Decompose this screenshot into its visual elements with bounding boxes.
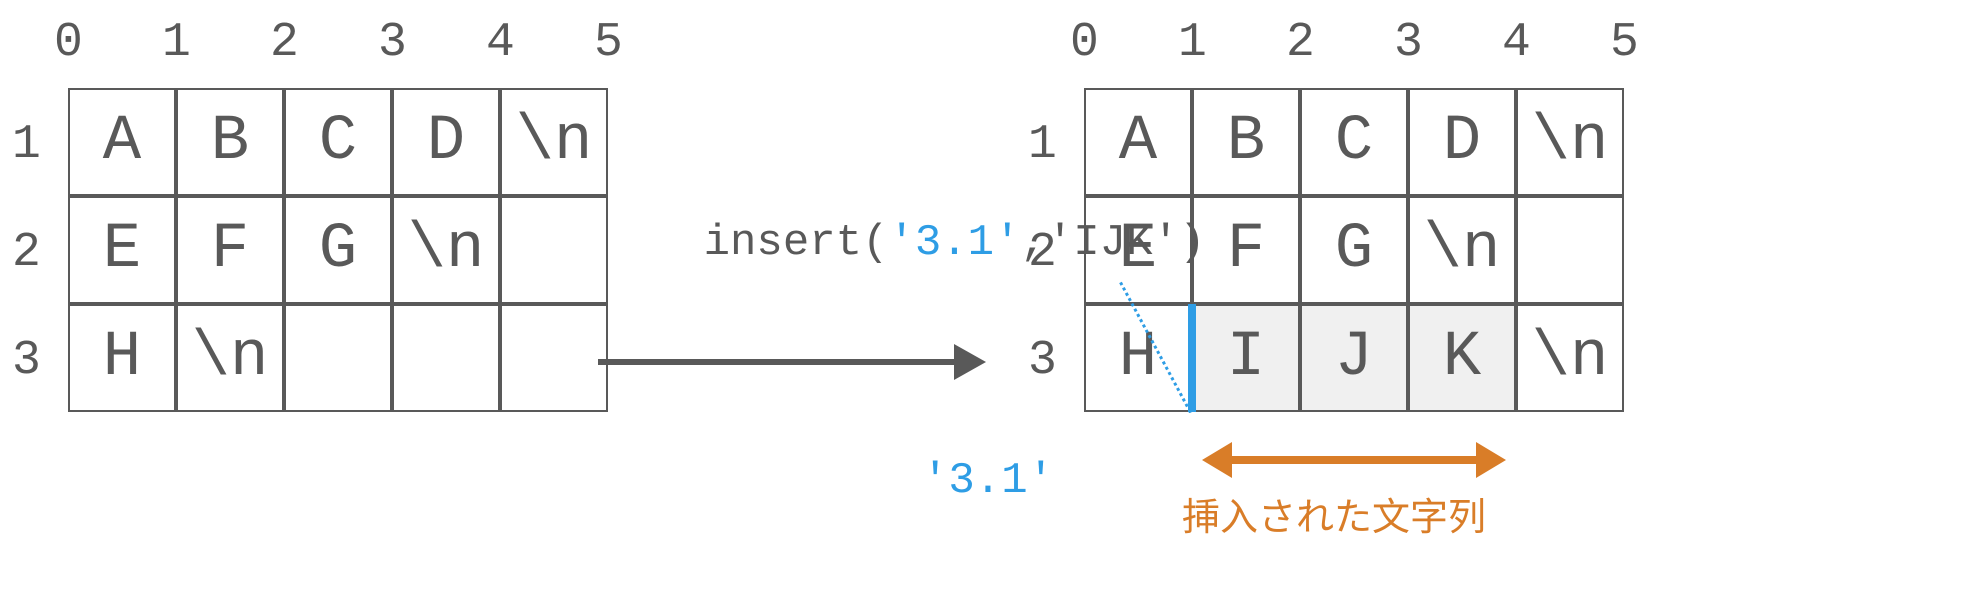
grid-cell: I — [1192, 304, 1300, 412]
operation-group: insert('3.1','IJK') — [598, 168, 1038, 382]
grid-cell: \n — [1408, 196, 1516, 304]
grid-cell — [500, 196, 608, 304]
grid-cell: H — [68, 304, 176, 412]
grid-cell — [392, 304, 500, 412]
grid-cell: D — [392, 88, 500, 196]
position-label: '3.1' — [922, 456, 1054, 506]
fn-name: insert — [704, 218, 862, 268]
grid-cell: A — [1084, 88, 1192, 196]
col-label: 2 — [270, 16, 299, 70]
grid-cell: B — [176, 88, 284, 196]
grid-cell: G — [1300, 196, 1408, 304]
grid-cell: \n — [500, 88, 608, 196]
col-label: 1 — [162, 16, 191, 70]
col-label: 0 — [1070, 16, 1099, 70]
insert-caption: 挿入された文字列 — [1182, 486, 1486, 541]
range-arrow-icon — [1202, 442, 1506, 478]
row-label: 1 — [1028, 118, 1057, 172]
arrow-right-icon — [598, 342, 1038, 382]
grid-cell: H — [1084, 304, 1192, 412]
col-label: 3 — [1394, 16, 1423, 70]
col-label: 1 — [1178, 16, 1207, 70]
grid-cell: F — [1192, 196, 1300, 304]
row-label: 3 — [12, 334, 41, 388]
grid-cell — [284, 304, 392, 412]
fn-arg-str: 'IJK' — [1047, 218, 1179, 268]
insertion-caret — [1188, 304, 1196, 412]
grid-cell: D — [1408, 88, 1516, 196]
row-label: 1 — [12, 118, 41, 172]
row-label: 2 — [12, 226, 41, 280]
grid-cell: J — [1300, 304, 1408, 412]
operation-code: insert('3.1','IJK') — [598, 168, 1038, 318]
grid-cell — [1516, 196, 1624, 304]
grid-cell: K — [1408, 304, 1516, 412]
col-label: 5 — [594, 16, 623, 70]
grid-cell: \n — [1516, 88, 1624, 196]
grid-cell: C — [284, 88, 392, 196]
col-label: 0 — [54, 16, 83, 70]
grid-cell: E — [68, 196, 176, 304]
grid-cell: G — [284, 196, 392, 304]
grid-cell: B — [1192, 88, 1300, 196]
grid-cell: A — [68, 88, 176, 196]
grid-cell — [500, 304, 608, 412]
grid-cell: \n — [1516, 304, 1624, 412]
fn-arg-pos: '3.1' — [888, 218, 1020, 268]
col-label: 2 — [1286, 16, 1315, 70]
grid-cell: C — [1300, 88, 1408, 196]
col-label: 4 — [1502, 16, 1531, 70]
grid-cell: F — [176, 196, 284, 304]
col-label: 5 — [1610, 16, 1639, 70]
grid-cell: \n — [176, 304, 284, 412]
grid-cell: \n — [392, 196, 500, 304]
col-label: 4 — [486, 16, 515, 70]
col-label: 3 — [378, 16, 407, 70]
